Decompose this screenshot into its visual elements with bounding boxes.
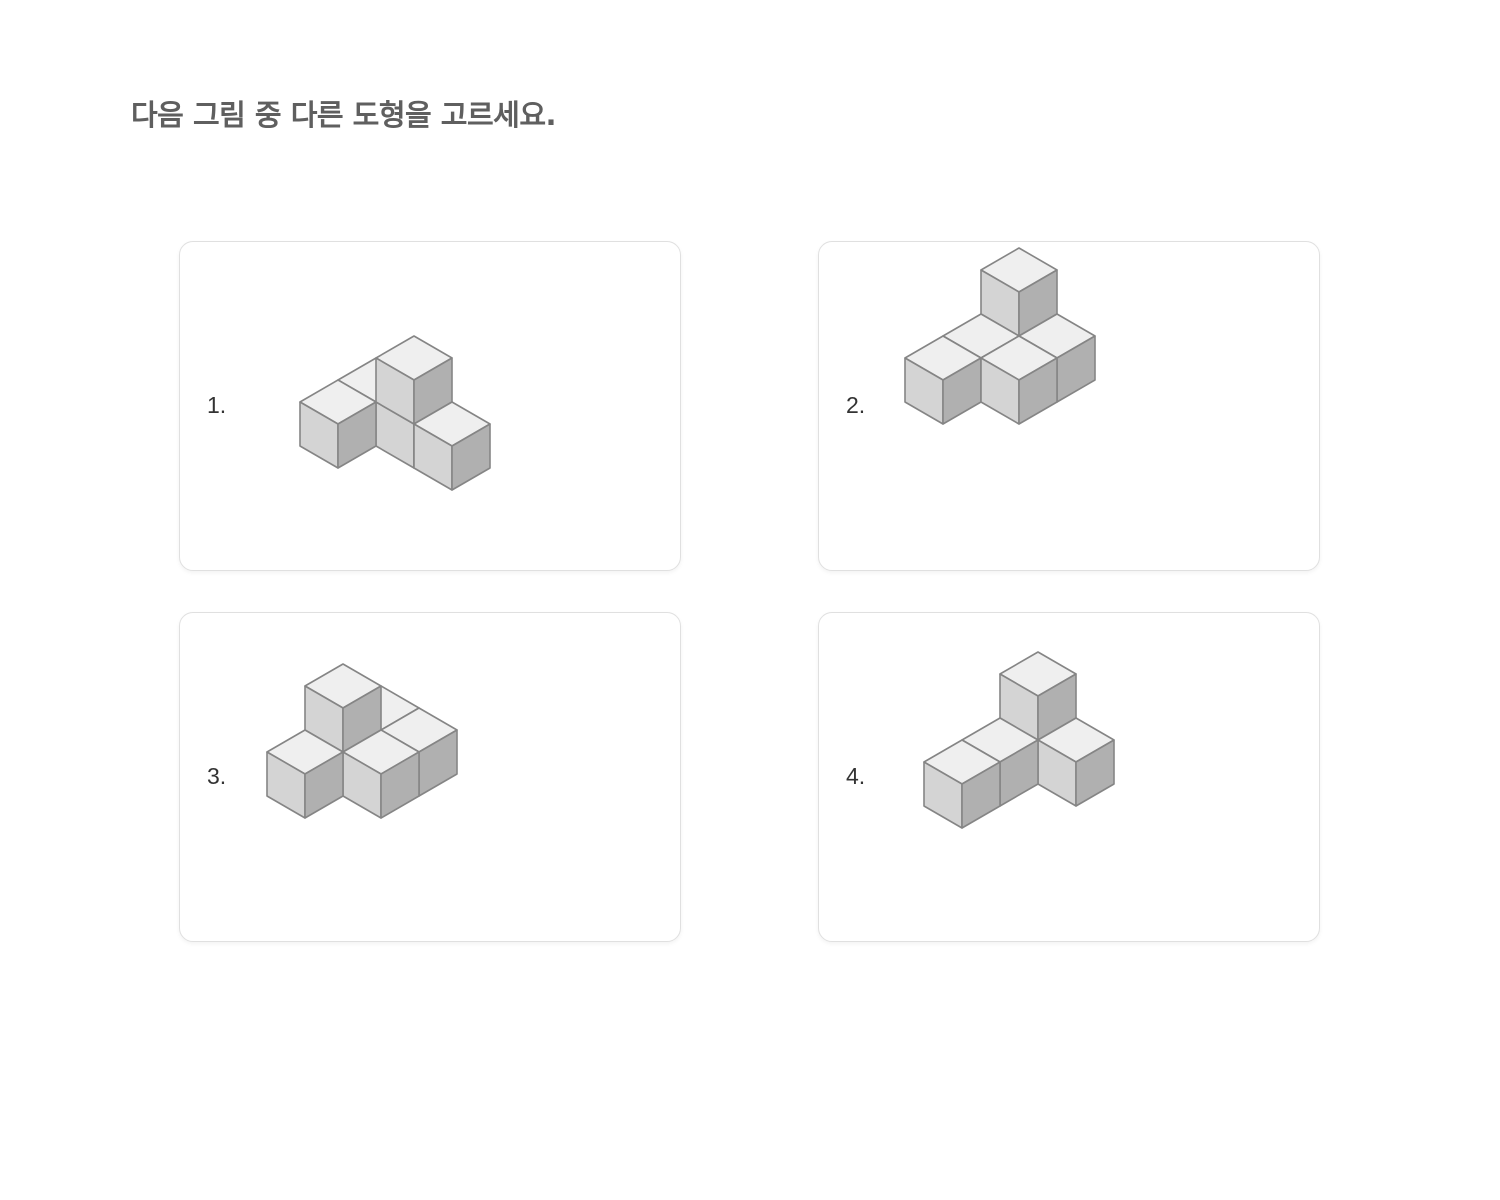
option-card-3[interactable]: 3. xyxy=(179,612,681,942)
cube-figure-4 xyxy=(923,651,1115,829)
question-text: 다음 그림 중 다른 도형을 고르세요. xyxy=(131,98,557,132)
cube-figure-1 xyxy=(299,335,491,491)
option-card-2[interactable]: 2. xyxy=(818,241,1320,571)
quiz-page: 다음 그림 중 다른 도형을 고르세요. 1. 2. 3. 4. xyxy=(0,0,1500,1200)
cube-figure-3 xyxy=(266,663,458,819)
option-card-4[interactable]: 4. xyxy=(818,612,1320,942)
cube-figure-2 xyxy=(904,247,1096,425)
option-card-1[interactable]: 1. xyxy=(179,241,681,571)
